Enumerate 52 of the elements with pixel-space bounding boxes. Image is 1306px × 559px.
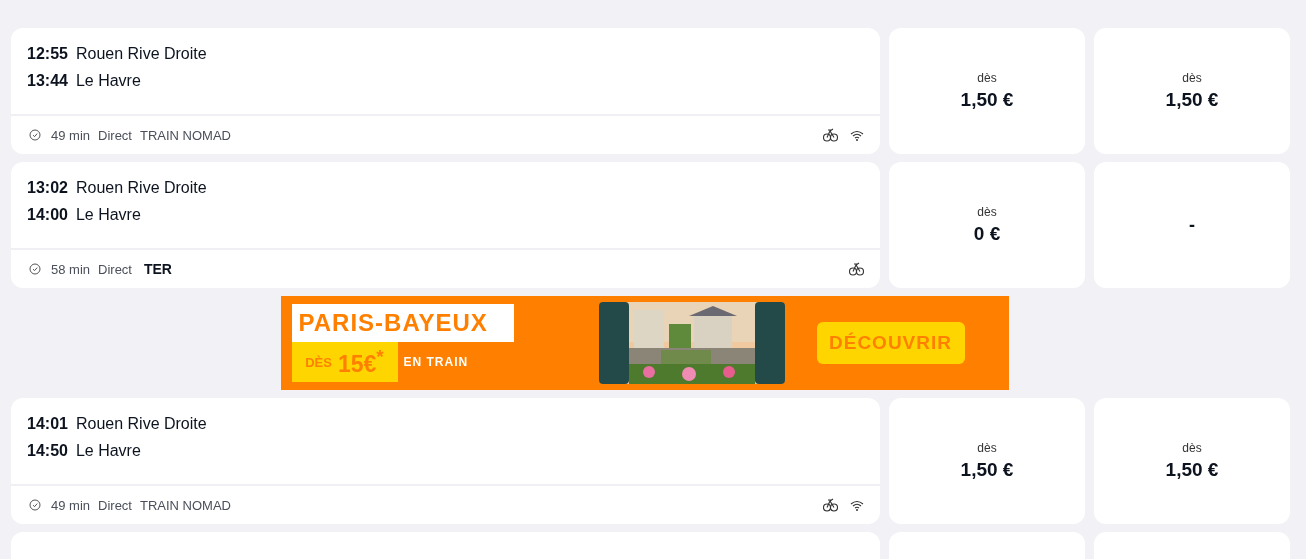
clock-icon: [29, 129, 41, 141]
clock-icon: [29, 499, 41, 511]
journey-card[interactable]: 13:02 Rouen Rive Droite 14:00 Le Havre 58 min Direct TER: [11, 162, 880, 288]
price-amount: 1,50 €: [1165, 459, 1219, 481]
price-prefix: dès: [977, 441, 997, 455]
bike-icon: [823, 128, 838, 142]
bike-icon: [849, 262, 864, 276]
price-amount: 1,50 €: [1165, 89, 1219, 111]
banner-subtitle: EN TRAIN: [403, 355, 469, 369]
departure-time: 13:02: [27, 179, 68, 197]
price-prefix: dès: [977, 71, 997, 85]
journey-card[interactable]: 14:01 Rouen Rive Droite 14:50 Le Havre 49 min Direct TRAIN NOMAD: [11, 398, 880, 524]
price-amount: -: [1189, 214, 1195, 236]
train-type: TRAIN NOMAD: [140, 497, 231, 513]
wifi-icon: [850, 129, 864, 141]
departure-station: Rouen Rive Droite: [75, 45, 207, 63]
price-card[interactable]: dès 0 €: [889, 162, 1085, 288]
price-card[interactable]: dès 1,50 €: [889, 398, 1085, 524]
wifi-icon: [850, 499, 864, 511]
train-type: TRAIN NOMAD: [140, 127, 231, 143]
arrival-station: Le Havre: [75, 442, 141, 460]
arrival-time: 14:00: [27, 206, 68, 224]
price-amount: 0 €: [973, 223, 1001, 245]
journey-card[interactable]: 12:55 Rouen Rive Droite 13:44 Le Havre 49 min Direct TRAIN NOMAD: [11, 28, 880, 154]
connection-type: Direct: [98, 127, 132, 143]
departure-time: 12:55: [27, 45, 68, 63]
departure-time: 14:01: [27, 415, 68, 433]
connection-type: Direct: [98, 497, 132, 513]
price-prefix: dès: [1182, 71, 1202, 85]
arrival-time: 14:50: [27, 442, 68, 460]
departure-station: Rouen Rive Droite: [75, 415, 207, 433]
price-tag: DÈS 15€$^{*}$: [291, 342, 398, 382]
arrival-station: Le Havre: [75, 72, 141, 90]
price-card[interactable]: -: [1094, 162, 1290, 288]
duration: 49 min: [51, 497, 91, 513]
train-type: TER: [144, 261, 172, 277]
price-prefix: dès: [1182, 441, 1202, 455]
price-prefix: dès: [977, 205, 997, 219]
bike-icon: [823, 498, 838, 512]
price-card[interactable]: dès 1,50 €: [889, 28, 1085, 154]
price-amount: 1,50 €: [960, 89, 1014, 111]
arrival-time: 13:44: [27, 72, 68, 90]
arrival-station: Le Havre: [75, 206, 141, 224]
connection-type: Direct: [98, 261, 132, 277]
price-amount: 1,50 €: [960, 459, 1014, 481]
price-card[interactable]: dès 1,50 €: [1094, 398, 1290, 524]
duration: 58 min: [51, 261, 91, 277]
duration: 49 min: [51, 127, 91, 143]
banner-title: PARIS-BAYEUX: [291, 304, 514, 342]
departure-station: Rouen Rive Droite: [75, 179, 207, 197]
price-card[interactable]: dès 1,50 €: [1094, 28, 1290, 154]
clock-icon: [29, 263, 41, 275]
